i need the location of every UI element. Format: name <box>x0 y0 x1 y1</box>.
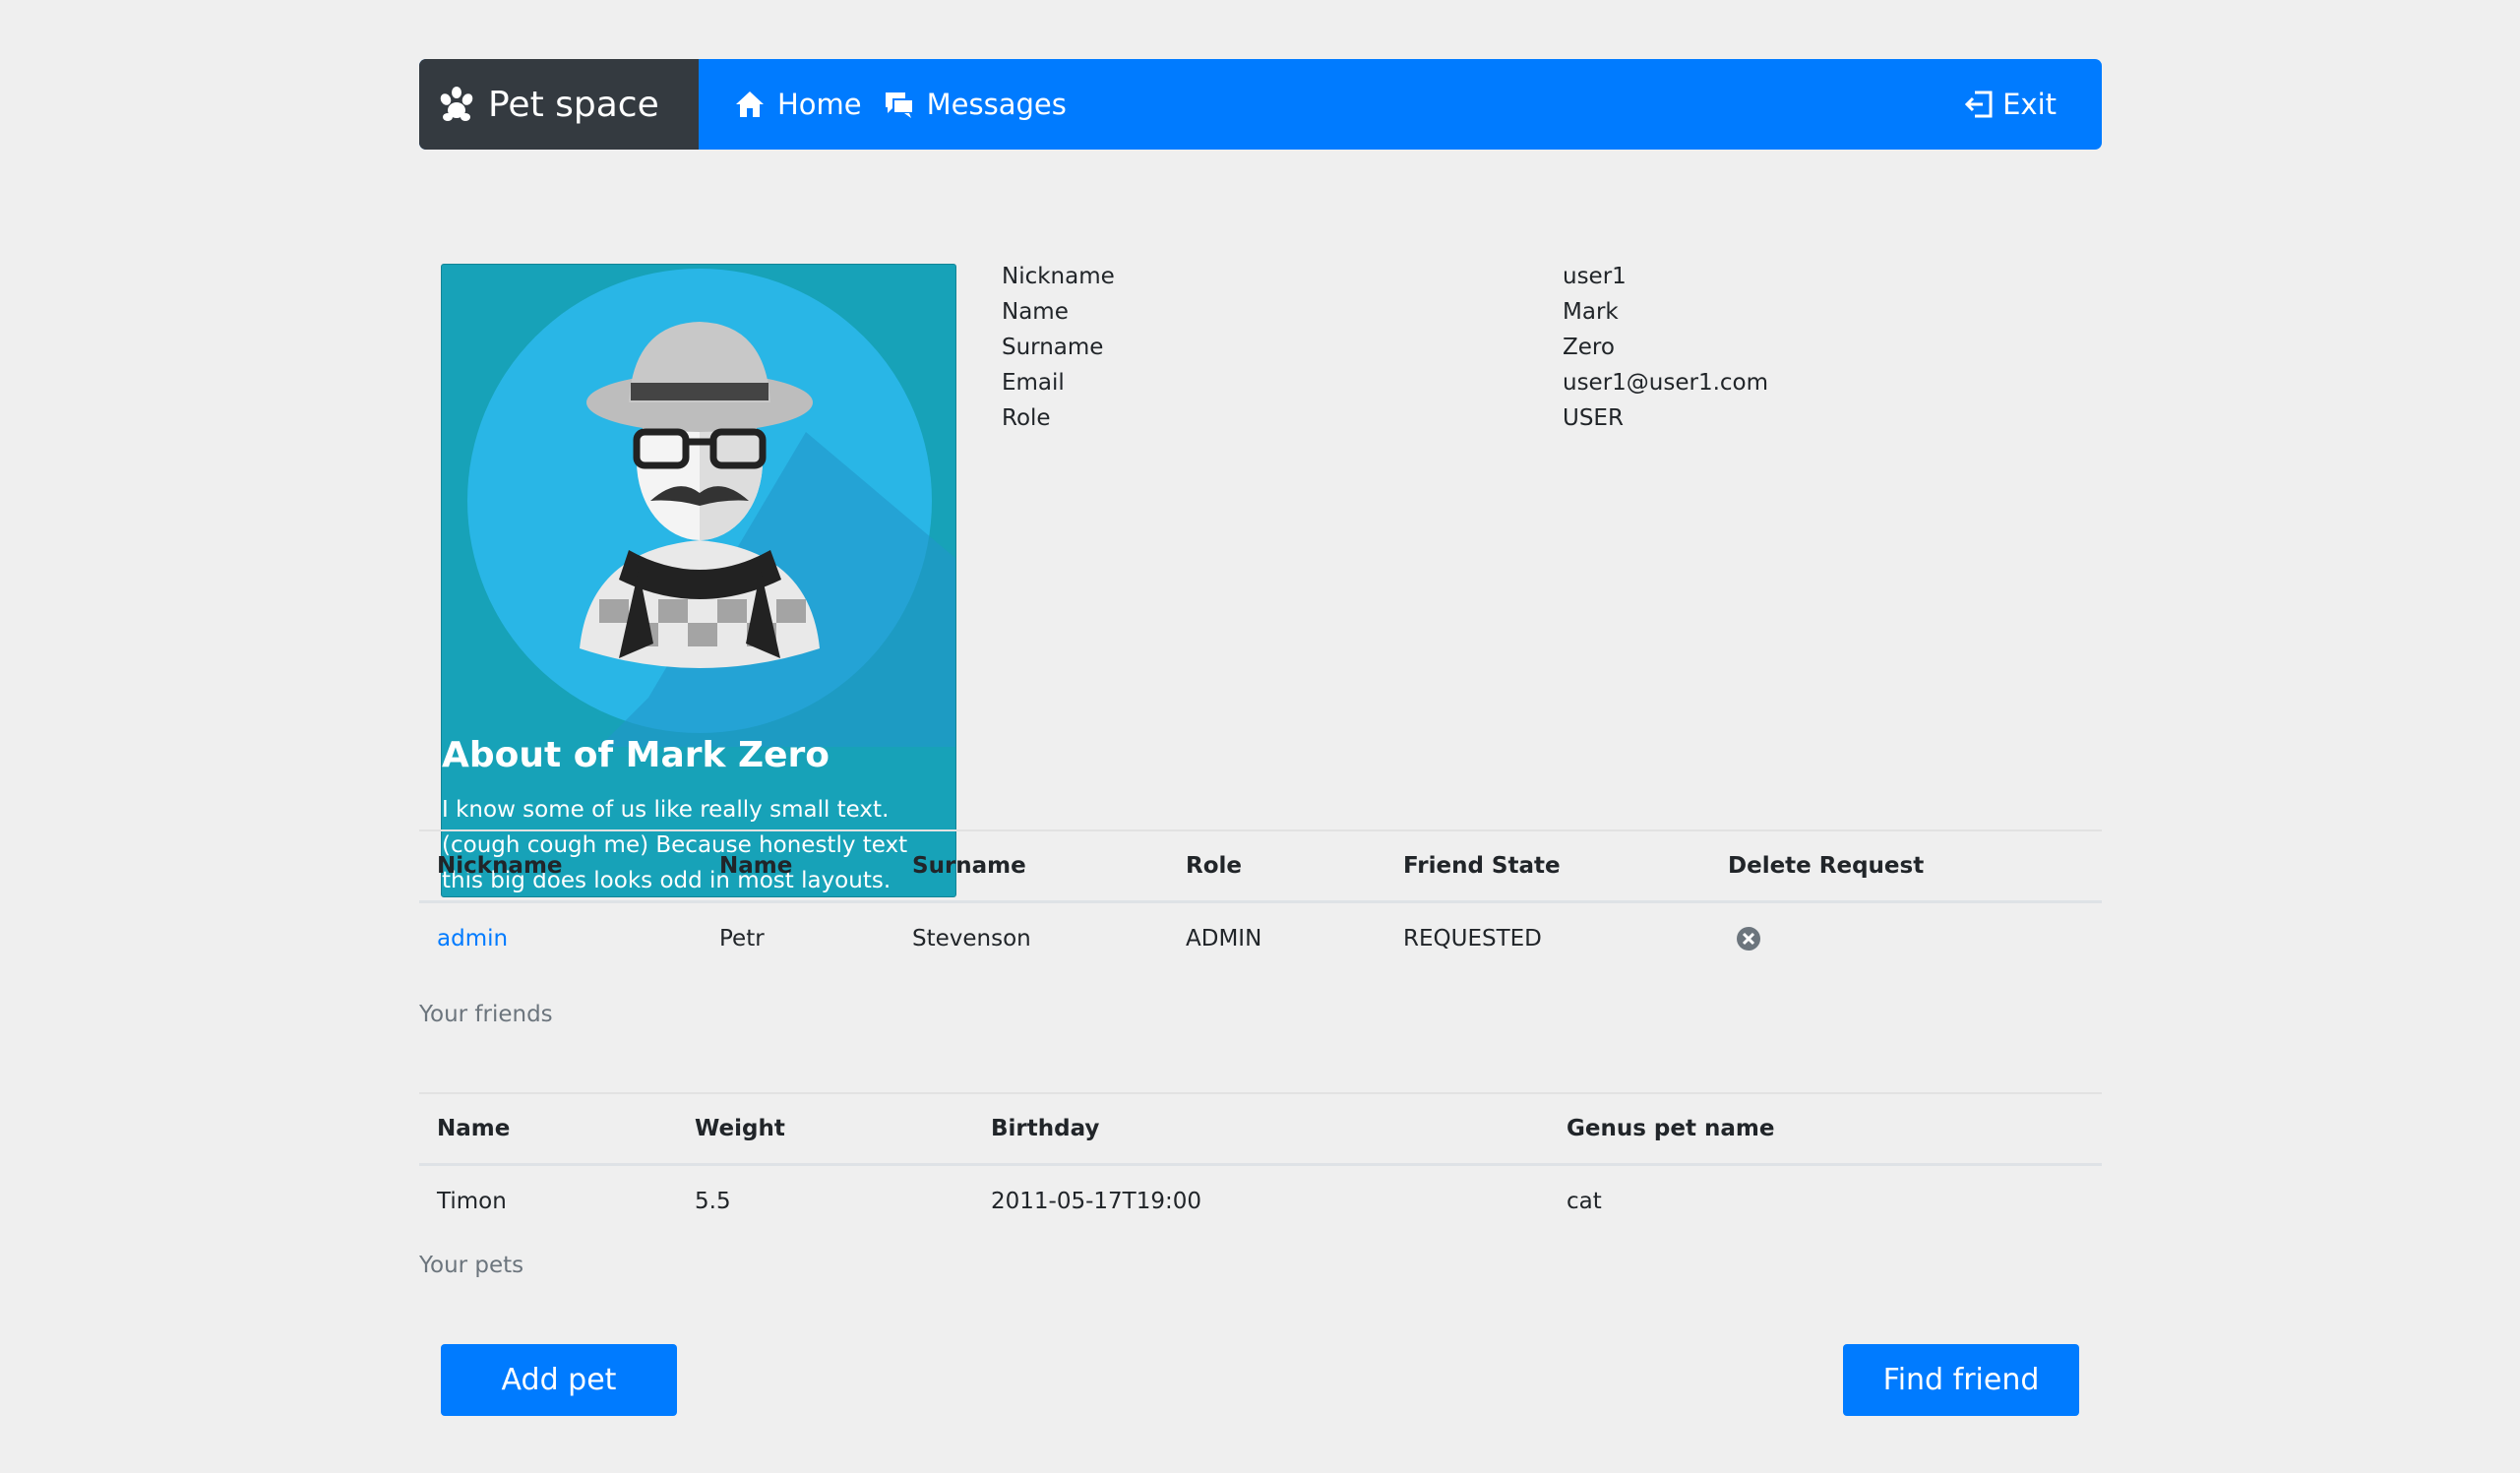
exit-icon <box>1964 91 1993 118</box>
friend-nickname-link[interactable]: admin <box>419 902 702 975</box>
col-pet-name: Name <box>419 1092 677 1166</box>
info-value: user1@user1.com <box>1563 370 1769 396</box>
profile-card: About of Mark Zero I know some of us lik… <box>441 264 956 897</box>
info-row-name: Name Mark <box>1002 299 2084 335</box>
brand-label: Pet space <box>488 84 659 125</box>
friends-header-row: Nickname Name Surname Role Friend State … <box>419 829 2102 903</box>
info-key: Role <box>1002 405 1051 431</box>
exit-label: Exit <box>2002 88 2057 121</box>
col-friend-state: Friend State <box>1385 829 1710 903</box>
info-value: Mark <box>1563 299 1619 325</box>
friends-table: Nickname Name Surname Role Friend State … <box>419 829 2102 974</box>
friend-role: ADMIN <box>1186 926 1262 951</box>
col-weight: Weight <box>677 1092 973 1166</box>
info-row-nickname: Nickname user1 <box>1002 264 2084 299</box>
col-role: Role <box>1168 829 1385 903</box>
delete-request-cell <box>1710 902 2102 975</box>
nav-messages[interactable]: Messages <box>884 88 1067 121</box>
page-container: Pet space Home Messages Exit About of Ma… <box>419 59 2102 1416</box>
friend-name: Petr <box>719 926 765 951</box>
nav-home[interactable]: Home <box>734 88 862 121</box>
info-key: Surname <box>1002 335 1104 360</box>
col-delete-request: Delete Request <box>1710 829 2102 903</box>
add-pet-button[interactable]: Add pet <box>441 1344 677 1416</box>
friends-caption: Your friends <box>419 1002 553 1027</box>
navbar: Pet space Home Messages Exit <box>419 59 2102 150</box>
profile-section: About of Mark Zero I know some of us lik… <box>419 150 2102 897</box>
friend-state: REQUESTED <box>1403 926 1542 951</box>
info-value: USER <box>1563 405 1624 431</box>
info-key: Email <box>1002 370 1065 396</box>
col-birthday: Birthday <box>973 1092 1549 1166</box>
profile-info: Nickname user1 Name Mark Surname Zero Em… <box>1002 264 2084 441</box>
pet-genus: cat <box>1567 1189 1602 1214</box>
info-value: Zero <box>1563 335 1615 360</box>
col-name: Name <box>702 829 894 903</box>
friends-table-wrap: Nickname Name Surname Role Friend State … <box>419 829 2102 974</box>
home-icon <box>736 92 764 117</box>
nav-home-label: Home <box>777 88 862 121</box>
pet-weight: 5.5 <box>695 1189 731 1214</box>
col-nickname: Nickname <box>419 829 702 903</box>
delete-request-icon[interactable] <box>1736 926 1761 951</box>
info-key: Nickname <box>1002 264 1115 289</box>
paw-icon <box>440 87 473 121</box>
info-key: Name <box>1002 299 1069 325</box>
col-genus: Genus pet name <box>1549 1092 2102 1166</box>
find-friend-button[interactable]: Find friend <box>1843 1344 2079 1416</box>
info-value: user1 <box>1563 264 1627 289</box>
brand[interactable]: Pet space <box>419 59 699 150</box>
nav-messages-label: Messages <box>926 88 1067 121</box>
messages-icon <box>885 92 914 118</box>
friend-nickname[interactable]: admin <box>437 926 508 951</box>
avatar-illustration <box>467 269 955 747</box>
col-surname: Surname <box>894 829 1168 903</box>
pets-table-wrap: Name Weight Birthday Genus pet name Timo… <box>419 1092 2102 1237</box>
table-row: Timon 5.5 2011-05-17T19:00 cat <box>419 1165 2102 1238</box>
pets-header-row: Name Weight Birthday Genus pet name <box>419 1092 2102 1166</box>
info-row-role: Role USER <box>1002 405 2084 441</box>
table-row: admin Petr Stevenson ADMIN REQUESTED <box>419 902 2102 975</box>
pet-birthday: 2011-05-17T19:00 <box>991 1189 1201 1214</box>
exit-button[interactable]: Exit <box>1963 59 2057 150</box>
nav-links: Home Messages <box>734 59 1088 150</box>
pets-caption: Your pets <box>419 1253 524 1278</box>
card-title: About of Mark Zero <box>442 735 830 775</box>
pets-table: Name Weight Birthday Genus pet name Timo… <box>419 1092 2102 1237</box>
friend-surname: Stevenson <box>912 926 1031 951</box>
info-row-email: Email user1@user1.com <box>1002 370 2084 405</box>
pet-name: Timon <box>437 1189 507 1214</box>
info-row-surname: Surname Zero <box>1002 335 2084 370</box>
